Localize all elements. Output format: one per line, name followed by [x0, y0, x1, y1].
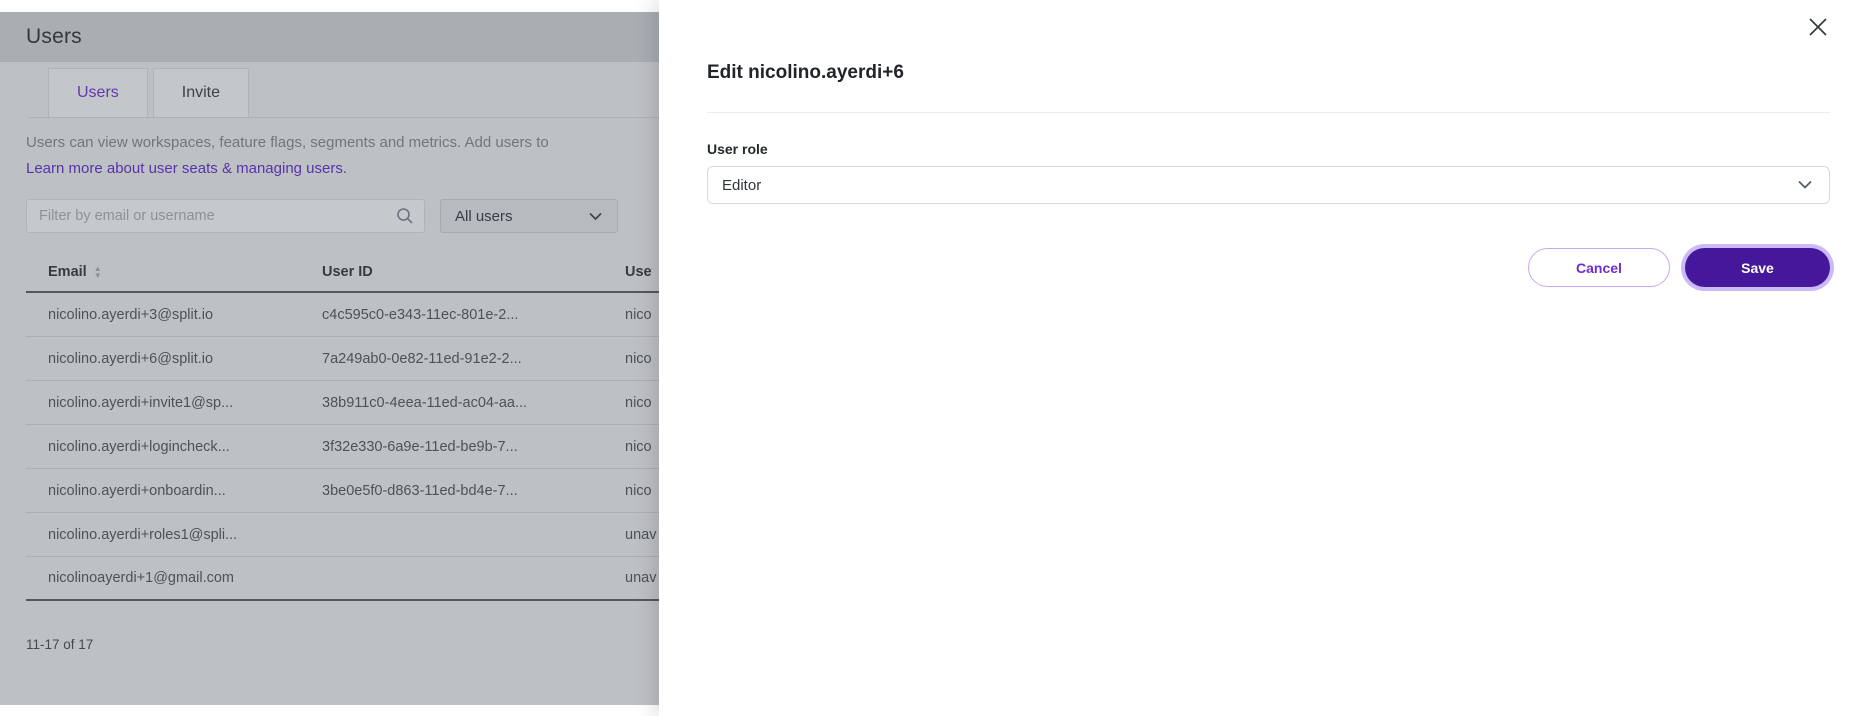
tab-bar: Users Invite [28, 68, 659, 118]
page-description: Users can view workspaces, feature flags… [26, 134, 659, 151]
save-button[interactable]: Save [1685, 248, 1830, 287]
close-icon [1807, 16, 1829, 41]
tab-users-label: Users [77, 84, 119, 102]
pagination-status: 11-17 of 17 [26, 637, 659, 652]
tab-users[interactable]: Users [48, 68, 148, 117]
edit-panel-title: Edit nicolino.ayerdi+6 [707, 62, 904, 84]
cell-username: nico [625, 483, 659, 499]
cell-user-id: c4c595c0-e343-11ec-801e-2... [322, 307, 625, 323]
cell-username: unav [625, 527, 659, 543]
cell-email: nicolino.ayerdi+logincheck... [48, 439, 322, 455]
cell-email: nicolino.ayerdi+onboardin... [48, 483, 322, 499]
cell-username: nico [625, 395, 659, 411]
tab-invite[interactable]: Invite [153, 68, 249, 117]
cell-username: nico [625, 307, 659, 323]
cell-username: unav [625, 570, 659, 586]
sort-icon: ▲▼ [94, 265, 102, 279]
panel-actions: Cancel Save [1528, 248, 1830, 287]
table-row[interactable]: nicolino.ayerdi+3@split.io c4c595c0-e343… [26, 293, 659, 337]
table-row[interactable]: nicolino.ayerdi+onboardin... 3be0e5f0-d8… [26, 469, 659, 513]
column-header-username: Use [625, 264, 659, 280]
search-icon [395, 206, 415, 231]
column-header-email[interactable]: Email ▲▼ [48, 264, 322, 280]
column-header-email-label: Email [48, 264, 87, 280]
cell-email: nicolinoayerdi+1@gmail.com [48, 570, 322, 586]
cell-user-id: 7a249ab0-0e82-11ed-91e2-2... [322, 351, 625, 367]
learn-more-link[interactable]: Learn more about user seats & managing u… [26, 160, 659, 177]
cell-user-id: 38b911c0-4eea-11ed-ac04-aa... [322, 395, 625, 411]
table-row[interactable]: nicolino.ayerdi+logincheck... 3f32e330-6… [26, 425, 659, 469]
cell-username: nico [625, 351, 659, 367]
page-title: Users [26, 25, 82, 49]
table-row[interactable]: nicolino.ayerdi+roles1@spli... unav [26, 513, 659, 557]
table-body: nicolino.ayerdi+3@split.io c4c595c0-e343… [26, 293, 659, 601]
cell-email: nicolino.ayerdi+roles1@spli... [48, 527, 322, 543]
user-role-value: Editor [722, 177, 761, 194]
users-table: Email ▲▼ User ID Use nicolino.ayerdi+3@s… [26, 253, 659, 601]
table-header-row: Email ▲▼ User ID Use [26, 253, 659, 293]
cell-email: nicolino.ayerdi+3@split.io [48, 307, 322, 323]
user-type-filter-value: All users [455, 208, 513, 225]
cell-username: nico [625, 439, 659, 455]
table-row[interactable]: nicolino.ayerdi+invite1@sp... 38b911c0-4… [26, 381, 659, 425]
column-header-user-id: User ID [322, 264, 625, 280]
table-row[interactable]: nicolino.ayerdi+6@split.io 7a249ab0-0e82… [26, 337, 659, 381]
user-type-filter-select[interactable]: All users [440, 199, 618, 233]
chevron-down-icon [1797, 177, 1813, 194]
cell-user-id: 3f32e330-6a9e-11ed-be9b-7... [322, 439, 625, 455]
filter-field-wrap [26, 199, 425, 233]
filter-controls: All users [26, 199, 659, 233]
user-role-label: User role [707, 141, 768, 157]
filter-input[interactable] [26, 199, 425, 233]
page-titlebar: Users [0, 12, 659, 62]
panel-divider [707, 112, 1830, 113]
chevron-down-icon [588, 208, 603, 225]
cancel-button[interactable]: Cancel [1528, 248, 1670, 287]
tab-invite-label: Invite [182, 84, 220, 102]
edit-user-panel: Edit nicolino.ayerdi+6 User role Editor … [659, 0, 1856, 716]
cell-email: nicolino.ayerdi+6@split.io [48, 351, 322, 367]
users-page-dimmed: Users Users Invite Users can view worksp… [0, 12, 659, 705]
cell-email: nicolino.ayerdi+invite1@sp... [48, 395, 322, 411]
user-role-select[interactable]: Editor [707, 166, 1830, 204]
close-panel-button[interactable] [1802, 12, 1834, 44]
table-row[interactable]: nicolinoayerdi+1@gmail.com unav [26, 557, 659, 601]
cell-user-id: 3be0e5f0-d863-11ed-bd4e-7... [322, 483, 625, 499]
screen: Users Users Invite Users can view worksp… [0, 0, 1856, 716]
